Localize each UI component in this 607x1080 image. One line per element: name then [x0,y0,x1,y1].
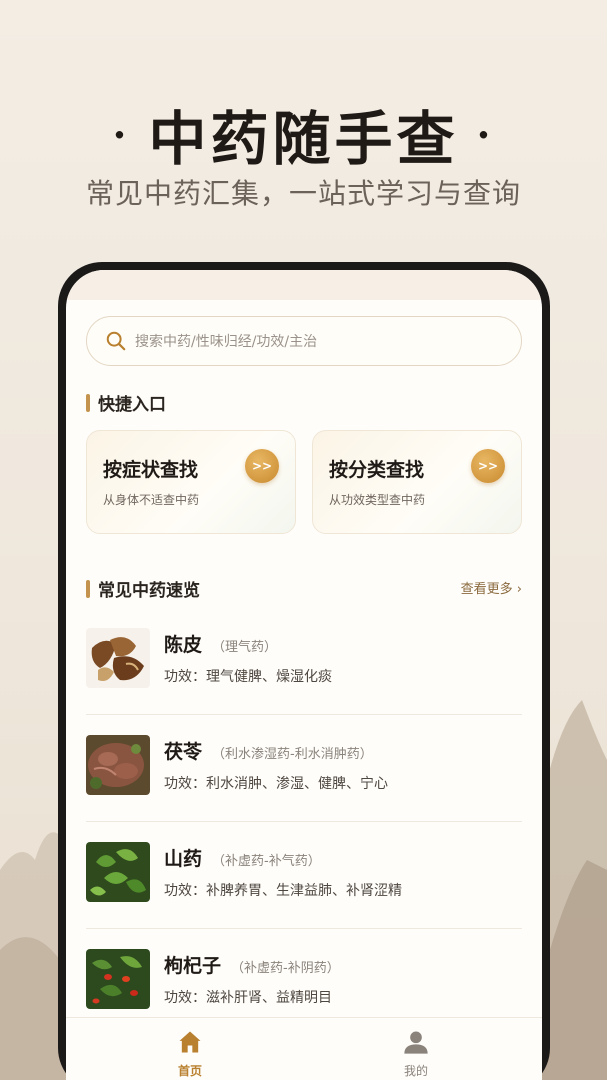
hero-title-text: 中药随手查 [148,105,459,173]
tab-home[interactable]: 首页 [130,1028,250,1079]
herb-effect: 功效：滋补肝肾、益精明目 [164,990,332,1006]
section-marker [86,579,90,598]
hero-title: · 中药随手查 · [0,92,607,176]
card-desc: 从身体不适查中药 [103,493,200,507]
common-herbs-header: 常见中药速览 [86,576,200,601]
user-icon [404,1031,428,1054]
hero-subtitle: 常见中药汇集，一站式学习与查询 [85,177,521,210]
card-desc: 从功效类型查中药 [329,493,426,507]
herb-list-item[interactable]: 陈皮 （理气药） 功效：理气健脾、燥湿化痰 [86,608,522,715]
herb-effect: 功效：利水消肿、渗湿、健脾、宁心 [164,776,388,792]
herb-name-text: 枸杞子 [164,955,222,977]
quick-entry-title: 快捷入口 [98,395,166,415]
bottom-tab-bar: 首页 我的 [66,1017,542,1080]
herb-list-item[interactable]: 山药 （补虚药-补气药） 功效：补脾养胃、生津益肺、补肾涩精 [86,822,522,929]
card-title: 按分类查找 [329,459,425,481]
quick-entry-header: 快捷入口 [86,390,166,415]
phone-frame: 搜索中药/性味归经/功效/主治 快捷入口 按症状查找 从身体不适查中药 >> 按… [58,262,550,1080]
chenpi-photo [86,628,150,688]
app-screen: 搜索中药/性味归经/功效/主治 快捷入口 按症状查找 从身体不适查中药 >> 按… [66,270,542,1080]
search-input[interactable]: 搜索中药/性味归经/功效/主治 [86,316,522,366]
herb-name: 枸杞子 （补虚药-补阴药） [164,951,340,978]
herb-name-text: 陈皮 [164,634,203,656]
herb-effect: 功效：补脾养胃、生津益肺、补肾涩精 [164,883,402,899]
herb-category: （补虚药-补阴药） [231,961,340,976]
tab-label: 首页 [177,1064,202,1078]
tab-label: 我的 [403,1064,428,1078]
fuling-photo [86,735,150,795]
section-marker [86,393,90,412]
gouqi-photo [86,949,150,1009]
view-more-link[interactable]: 查看更多 › [461,578,522,597]
search-placeholder: 搜索中药/性味归经/功效/主治 [135,334,318,350]
herb-name: 茯苓 （利水渗湿药-利水消肿药） [164,737,373,764]
herb-category: （补虚药-补气药） [212,854,321,869]
search-by-symptom-card[interactable]: 按症状查找 从身体不适查中药 >> [86,430,296,534]
search-by-category-card[interactable]: 按分类查找 从功效类型查中药 >> [312,430,522,534]
card-title: 按症状查找 [103,459,199,481]
title-dot-left: · [112,112,131,159]
search-icon [106,331,126,351]
tab-profile[interactable]: 我的 [356,1028,476,1079]
common-herbs-title: 常见中药速览 [98,581,200,601]
status-area [66,270,542,300]
herb-name: 陈皮 （理气药） [164,630,277,657]
arrow-forward-icon[interactable]: >> [471,449,505,483]
herb-name-text: 山药 [164,848,203,870]
herb-list-item[interactable]: 茯苓 （利水渗湿药-利水消肿药） 功效：利水消肿、渗湿、健脾、宁心 [86,715,522,822]
home-icon [179,1031,201,1053]
herb-category: （理气药） [212,640,278,655]
herb-name-text: 茯苓 [164,741,203,763]
herb-effect: 功效：理气健脾、燥湿化痰 [164,669,332,685]
shanyao-photo [86,842,150,902]
herb-name: 山药 （补虚药-补气药） [164,844,321,871]
arrow-forward-icon[interactable]: >> [245,449,279,483]
title-dot-right: · [476,112,495,159]
herb-category: （利水渗湿药-利水消肿药） [212,747,373,762]
